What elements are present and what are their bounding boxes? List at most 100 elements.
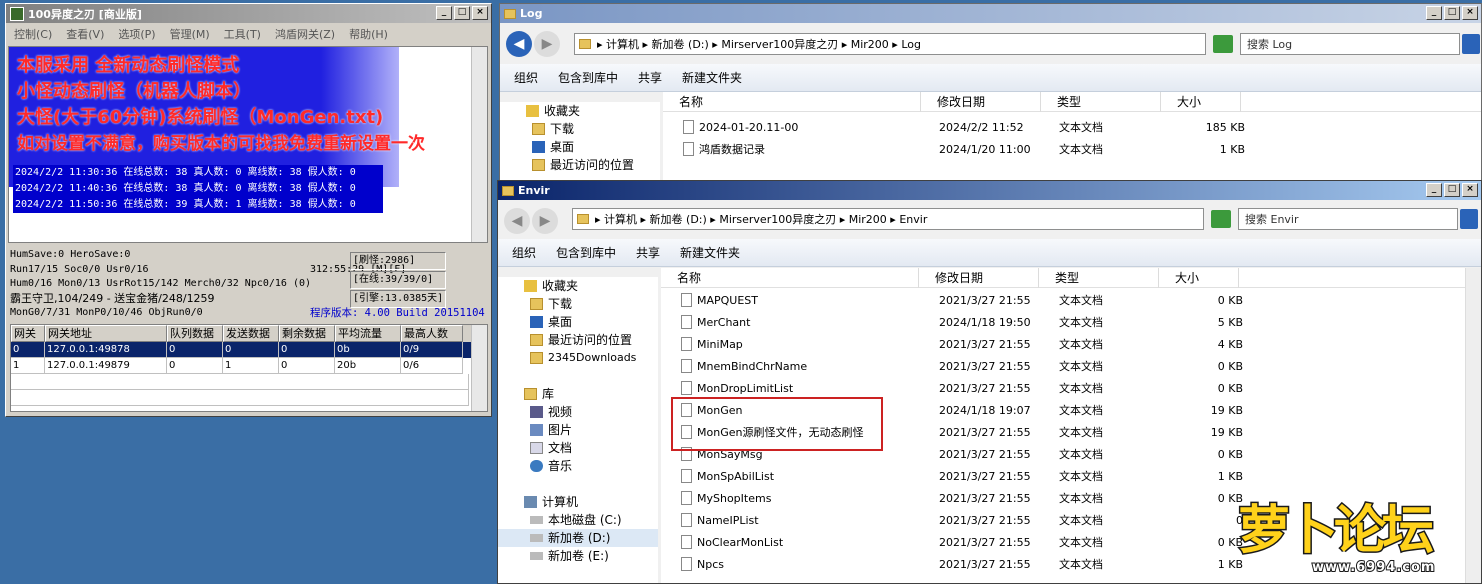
file-row[interactable]: MonDropLimitList 2021/3/27 21:55 文本文档 0 KB <box>661 377 1481 399</box>
back-button[interactable]: ◀ <box>504 208 530 234</box>
breadcrumb-item[interactable]: 新加卷 (D:) <box>652 38 709 51</box>
nav-2345downloads[interactable]: 2345Downloads <box>498 349 658 367</box>
back-button[interactable]: ◀ <box>506 31 532 57</box>
breadcrumb-item[interactable]: Mir200 <box>851 38 889 51</box>
col-type[interactable]: 类型 <box>1041 91 1161 112</box>
maximize-button[interactable]: □ <box>454 6 470 20</box>
file-name: NoClearMonList <box>697 535 784 549</box>
nav-favorites[interactable]: 收藏夹 <box>498 277 658 295</box>
address-bar[interactable]: ▸ 计算机 ▸ 新加卷 (D:) ▸ Mirserver100异度之刃 ▸ Mi… <box>574 33 1206 55</box>
envir-title-bar[interactable]: Envir <box>498 181 1481 200</box>
nav-videos[interactable]: 视频 <box>498 403 658 421</box>
nav-desktop[interactable]: 桌面 <box>500 138 660 156</box>
menu-help[interactable]: 帮助(H) <box>349 26 388 42</box>
search-icon[interactable] <box>1460 209 1478 229</box>
col-type[interactable]: 类型 <box>1039 268 1159 288</box>
nav-recent[interactable]: 最近访问的位置 <box>500 156 660 174</box>
grid-row[interactable]: 1 127.0.0.1:49879 0 1 0 20b 0/6 <box>11 358 487 374</box>
grid-scrollbar[interactable] <box>471 325 487 411</box>
organize-button[interactable]: 组织 <box>512 244 536 261</box>
grid-col-header[interactable]: 剩余数据 <box>279 325 335 342</box>
file-size: 185 KB <box>1205 120 1245 134</box>
grid-col-header[interactable]: 平均流量 <box>335 325 401 342</box>
col-name[interactable]: 名称 <box>663 91 921 112</box>
refresh-button[interactable] <box>1213 35 1233 53</box>
breadcrumb-item[interactable]: Mirserver100异度之刃 <box>719 213 836 226</box>
minimize-button[interactable]: _ <box>1426 6 1442 20</box>
grid-row[interactable]: 0 127.0.0.1:49878 0 0 0 0b 0/9 <box>11 342 487 358</box>
nav-drive-d[interactable]: 新加卷 (D:) <box>498 529 658 547</box>
log-title-bar[interactable]: Log <box>500 4 1481 23</box>
share-button[interactable]: 共享 <box>636 244 660 261</box>
breadcrumb-item[interactable]: 计算机 <box>604 213 637 226</box>
col-name[interactable]: 名称 <box>661 268 919 288</box>
menu-manage[interactable]: 管理(M) <box>170 26 210 42</box>
file-size: 0 KB <box>1217 381 1243 395</box>
search-input[interactable]: 搜索 Log <box>1240 33 1460 55</box>
col-date[interactable]: 修改日期 <box>919 268 1039 288</box>
grid-col-header[interactable]: 网关地址 <box>45 325 167 342</box>
search-input[interactable]: 搜索 Envir <box>1238 208 1458 230</box>
file-row[interactable]: MAPQUEST 2021/3/27 21:55 文本文档 0 KB <box>661 289 1481 311</box>
file-row[interactable]: MiniMap 2021/3/27 21:55 文本文档 4 KB <box>661 333 1481 355</box>
include-library-button[interactable]: 包含到库中 <box>558 69 618 86</box>
menu-control[interactable]: 控制(C) <box>14 26 52 42</box>
organize-button[interactable]: 组织 <box>514 69 538 86</box>
file-row[interactable]: 鸿盾数据记录 2024/1/20 11:00 文本文档 1 KB <box>663 138 1481 160</box>
maximize-button[interactable]: □ <box>1444 6 1460 20</box>
grid-col-header[interactable]: 队列数据 <box>167 325 223 342</box>
grid-col-header[interactable]: 网关 <box>11 325 45 342</box>
menu-tools[interactable]: 工具(T) <box>224 26 261 42</box>
log-scrollbar[interactable] <box>471 47 487 242</box>
minimize-button[interactable]: _ <box>436 6 452 20</box>
refresh-button[interactable] <box>1211 210 1231 228</box>
file-row[interactable]: MerChant 2024/1/18 19:50 文本文档 5 KB <box>661 311 1481 333</box>
nav-drive-c[interactable]: 本地磁盘 (C:) <box>498 511 658 529</box>
nav-pictures[interactable]: 图片 <box>498 421 658 439</box>
nav-music[interactable]: 音乐 <box>498 457 658 475</box>
menu-gateway[interactable]: 鸿盾网关(Z) <box>275 26 335 42</box>
new-folder-button[interactable]: 新建文件夹 <box>682 69 742 86</box>
nav-downloads[interactable]: 下载 <box>498 295 658 313</box>
new-folder-button[interactable]: 新建文件夹 <box>680 244 740 261</box>
file-row[interactable]: MnemBindChrName 2021/3/27 21:55 文本文档 0 KB <box>661 355 1481 377</box>
menu-view[interactable]: 查看(V) <box>66 26 104 42</box>
menu-options[interactable]: 选项(P) <box>118 26 155 42</box>
forward-button[interactable]: ▶ <box>534 31 560 57</box>
nav-recent[interactable]: 最近访问的位置 <box>498 331 658 349</box>
forward-button[interactable]: ▶ <box>532 208 558 234</box>
nav-library[interactable]: 库 <box>498 385 658 403</box>
file-row[interactable]: 2024-01-20.11-00 2024/2/2 11:52 文本文档 185… <box>663 116 1481 138</box>
breadcrumb-item[interactable]: 计算机 <box>606 38 639 51</box>
breadcrumb-item[interactable]: Log <box>901 38 921 51</box>
nav-downloads[interactable]: 下载 <box>500 120 660 138</box>
overlay-line: 小怪动态刷怪（机器人脚本） <box>17 81 251 102</box>
breadcrumb-item[interactable]: Envir <box>899 213 927 226</box>
grid-header: 网关 网关地址 队列数据 发送数据 剩余数据 平均流量 最高人数 <box>11 325 487 342</box>
breadcrumb-item[interactable]: Mirserver100异度之刃 <box>721 38 838 51</box>
address-bar[interactable]: ▸ 计算机 ▸ 新加卷 (D:) ▸ Mirserver100异度之刃 ▸ Mi… <box>572 208 1204 230</box>
nav-favorites[interactable]: 收藏夹 <box>500 102 660 120</box>
breadcrumb-item[interactable]: 新加卷 (D:) <box>650 213 707 226</box>
breadcrumb-item[interactable]: Mir200 <box>849 213 887 226</box>
col-size[interactable]: 大小 <box>1161 91 1241 112</box>
file-name: MerChant <box>697 315 751 329</box>
minimize-button[interactable]: _ <box>1426 183 1442 197</box>
nav-drive-e[interactable]: 新加卷 (E:) <box>498 547 658 565</box>
m2-title-bar[interactable]: 100异度之刃 [商业版] <box>6 4 491 23</box>
share-button[interactable]: 共享 <box>638 69 662 86</box>
nav-documents[interactable]: 文档 <box>498 439 658 457</box>
grid-col-header[interactable]: 最高人数 <box>401 325 463 342</box>
include-library-button[interactable]: 包含到库中 <box>556 244 616 261</box>
close-button[interactable]: × <box>472 6 488 20</box>
maximize-button[interactable]: □ <box>1444 183 1460 197</box>
close-button[interactable]: × <box>1462 183 1478 197</box>
search-icon[interactable] <box>1462 34 1480 54</box>
close-button[interactable]: × <box>1462 6 1478 20</box>
nav-desktop[interactable]: 桌面 <box>498 313 658 331</box>
col-size[interactable]: 大小 <box>1159 268 1239 288</box>
col-date[interactable]: 修改日期 <box>921 91 1041 112</box>
status-online: [在线:39/39/0] <box>350 271 447 289</box>
grid-col-header[interactable]: 发送数据 <box>223 325 279 342</box>
nav-computer[interactable]: 计算机 <box>498 493 658 511</box>
